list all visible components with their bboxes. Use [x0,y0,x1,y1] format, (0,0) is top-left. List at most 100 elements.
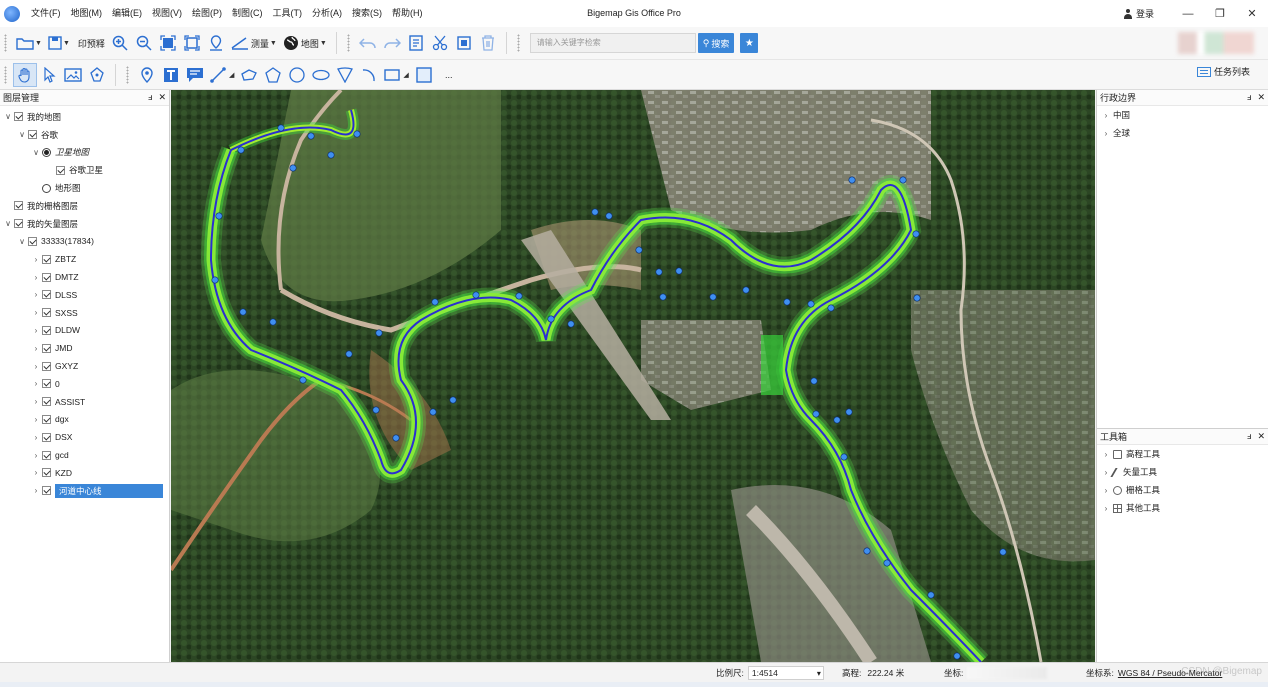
chevron-right-icon[interactable]: › [30,273,42,282]
chevron-right-icon[interactable]: › [30,326,42,335]
sector-tool-button[interactable] [333,63,357,87]
copy-button[interactable] [452,31,476,55]
ellipse-tool-button[interactable] [309,63,333,87]
chevron-right-icon[interactable]: › [30,308,42,317]
close-icon[interactable]: ✕ [1257,431,1265,442]
marker-tool-button[interactable] [135,63,159,87]
layer-item[interactable]: ∨ 卫星地图 [0,144,169,162]
open-button[interactable]: ▼ [13,31,45,55]
text-tool-button[interactable] [159,63,183,87]
layer-checkbox[interactable] [42,254,51,264]
layer-item[interactable]: 地形图 [0,179,169,197]
layer-checkbox[interactable] [42,414,51,424]
layer-item[interactable]: › DLDW [0,322,169,340]
layer-item[interactable]: › SXSS [0,304,169,322]
layer-checkbox[interactable] [42,343,51,353]
layer-radio[interactable] [42,183,51,193]
menu-search[interactable]: 搜索(S) [347,0,387,27]
layer-item[interactable]: › ZBTZ [0,250,169,268]
frame-tool-button[interactable] [412,63,436,87]
chevron-right-icon[interactable]: › [30,255,42,264]
layer-checkbox[interactable] [42,272,51,282]
delete-button[interactable] [476,31,500,55]
layer-checkbox[interactable] [14,112,23,122]
layer-item[interactable]: › KZD [0,464,169,482]
layer-checkbox[interactable] [42,361,51,371]
menu-edit[interactable]: 编辑(E) [107,0,147,27]
save-button[interactable]: ▼ [45,31,73,55]
menu-draw[interactable]: 绘图(P) [187,0,227,27]
layer-checkbox[interactable] [28,130,37,140]
chevron-right-icon[interactable]: › [30,290,42,299]
line-tool-button[interactable]: ◢ [207,63,237,87]
search-input[interactable]: 请输入关键字检索 [529,33,696,53]
toolbox-item-raster[interactable]: › 栅格工具 [1097,481,1268,499]
menu-help[interactable]: 帮助(H) [387,0,428,27]
arc-tool-button[interactable] [357,63,381,87]
pin-icon[interactable]: ⅎ [148,92,152,103]
chevron-right-icon[interactable]: › [30,433,42,442]
layer-item[interactable]: ∨ 33333(17834) [0,233,169,251]
chevron-right-icon[interactable]: › [30,468,42,477]
favorite-button[interactable]: ★ [740,33,759,53]
chevron-right-icon[interactable]: › [30,451,42,460]
menu-analysis[interactable]: 分析(A) [307,0,347,27]
menu-file[interactable]: 文件(F) [26,0,66,27]
callout-tool-button[interactable] [183,63,207,87]
toolbox-item-other[interactable]: › 其他工具 [1097,499,1268,517]
toolbar-grip[interactable] [126,65,129,84]
layer-checkbox[interactable] [42,432,51,442]
layer-item[interactable]: ∨ 我的矢量图层 [0,215,169,233]
layer-item[interactable]: ∨ 我的地图 [0,108,169,126]
layer-item[interactable]: › GXYZ [0,357,169,375]
admin-item-global[interactable]: › 全球 [1097,124,1268,142]
satellite-map[interactable] [171,90,1095,662]
toolbar-grip[interactable] [346,34,350,52]
zoom-out-button[interactable] [132,31,156,55]
close-icon[interactable]: ✕ [1257,92,1265,103]
circle-tool-button[interactable] [285,63,309,87]
chevron-down-icon[interactable]: ∨ [30,148,42,157]
pin-icon[interactable]: ⅎ [1247,92,1251,103]
layer-checkbox[interactable] [56,165,65,175]
polygon-select-button[interactable] [85,63,109,87]
layer-checkbox[interactable] [14,201,23,211]
close-icon[interactable]: ✕ [158,92,166,103]
print-preview-button[interactable]: 印预释 [73,31,108,55]
layer-radio[interactable] [42,147,51,157]
layer-item[interactable]: 我的栅格图层 [0,197,169,215]
close-button[interactable]: ✕ [1236,0,1268,27]
menu-tools[interactable]: 工具(T) [268,0,308,27]
pan-tool-button[interactable] [13,62,37,87]
toolbox-item-elevation[interactable]: › 高程工具 [1097,445,1268,463]
map-view[interactable] [171,90,1095,662]
freeform-tool-button[interactable] [237,63,261,87]
layer-checkbox[interactable] [42,325,51,335]
chevron-down-icon[interactable]: ∨ [16,237,28,246]
redo-button[interactable] [380,31,404,55]
locate-button[interactable] [204,31,228,55]
zoom-in-button[interactable] [108,31,132,55]
rectangle-tool-button[interactable]: ◢ [381,63,411,87]
pin-icon[interactable]: ⅎ [1247,431,1251,442]
layer-checkbox[interactable] [42,379,51,389]
layer-item[interactable]: › ASSIST [0,393,169,411]
user-avatar[interactable] [1178,32,1254,54]
task-list-button[interactable]: 任务列表 [1196,65,1250,78]
pentagon-tool-button[interactable] [261,63,285,87]
chevron-right-icon[interactable]: › [30,415,42,424]
login-button[interactable]: 登录 [1123,7,1154,20]
undo-button[interactable] [356,31,380,55]
layer-checkbox[interactable] [28,236,37,246]
admin-item-china[interactable]: › 中国 [1097,106,1268,124]
chevron-right-icon[interactable]: › [1099,129,1113,138]
menu-view[interactable]: 视图(V) [147,0,187,27]
cut-button[interactable] [428,31,452,55]
menu-cartography[interactable]: 制图(C) [227,0,268,27]
scale-select[interactable]: 1:4514 ▾ [747,666,824,680]
chevron-right-icon[interactable]: › [30,379,42,388]
image-tool-button[interactable] [61,63,85,87]
layer-item[interactable]: › dgx [0,411,169,429]
layer-checkbox[interactable] [42,290,51,300]
zoom-layer-button[interactable] [180,31,204,55]
